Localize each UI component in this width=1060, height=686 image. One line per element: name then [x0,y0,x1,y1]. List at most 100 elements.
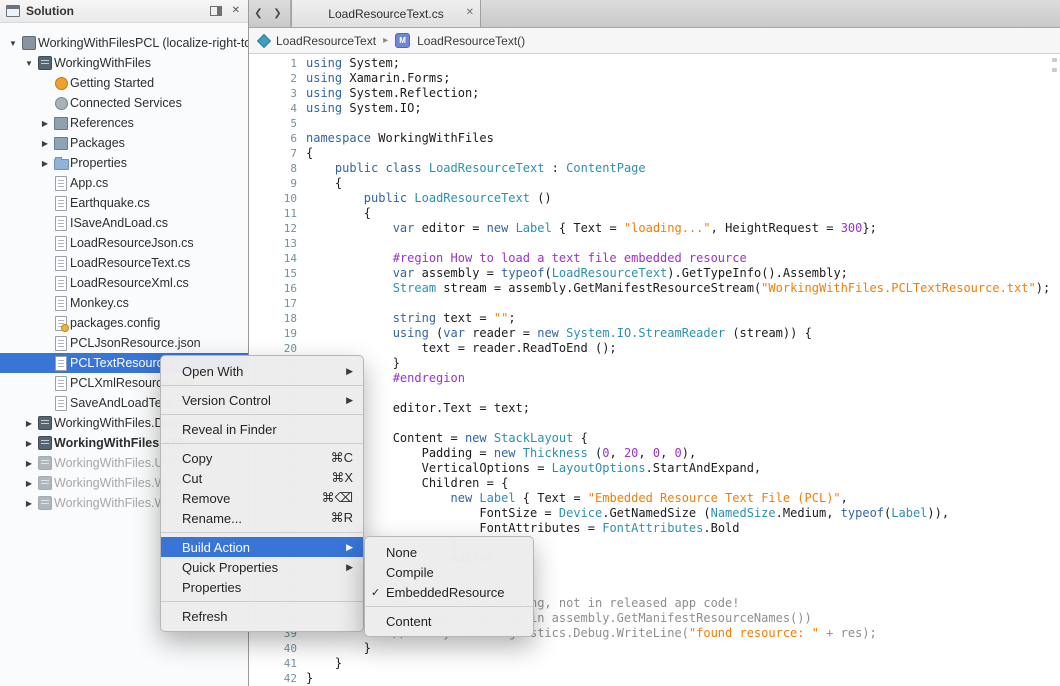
line-number[interactable]: 1 [249,56,306,71]
expand-expander-icon[interactable]: ▶ [22,439,36,448]
code-line-25[interactable]: 25 [249,416,1060,431]
menu-item-none[interactable]: None [365,542,533,562]
code-line-18[interactable]: 18 string text = ""; [249,311,1060,326]
line-number[interactable]: 15 [249,266,306,281]
code-line-11[interactable]: 11 { [249,206,1060,221]
expand-expander-icon[interactable]: ▶ [22,459,36,468]
expand-expander-icon[interactable]: ▶ [38,159,52,168]
line-number[interactable]: 42 [249,671,306,686]
tree-item-workingwithfilespcl-localize-right-to-lef[interactable]: ▼ WorkingWithFilesPCL (localize-right-to-… [0,33,248,53]
line-number[interactable]: 4 [249,101,306,116]
code-line-12[interactable]: 12 var editor = new Label { Text = "load… [249,221,1060,236]
line-number[interactable]: 6 [249,131,306,146]
tree-item-packages[interactable]: ▶ Packages [0,133,248,153]
code-line-41[interactable]: 41 } [249,656,1060,671]
code-line-9[interactable]: 9 { [249,176,1060,191]
tree-item-properties[interactable]: ▶ Properties [0,153,248,173]
line-number[interactable]: 41 [249,656,306,671]
expand-expander-icon[interactable]: ▶ [22,419,36,428]
close-panel-icon[interactable]: ✕ [232,6,240,16]
tab-loadresourcetext[interactable]: LoadResourceText.cs ✕ [291,0,481,27]
code-line-7[interactable]: 7{ [249,146,1060,161]
code-line-16[interactable]: 16 Stream stream = assembly.GetManifestR… [249,281,1060,296]
code-line-4[interactable]: 4 using System.IO; [249,101,1060,116]
expand-expander-icon[interactable]: ▶ [22,479,36,488]
code-line-5[interactable]: 5 [249,116,1060,131]
tree-item-getting-started[interactable]: Getting Started [0,73,248,93]
line-number[interactable]: 19 [249,326,306,341]
line-number[interactable]: 10 [249,191,306,206]
code-line-24[interactable]: 24 editor.Text = text; [249,401,1060,416]
menu-item-cut[interactable]: Cut ⌘X [161,468,363,488]
code-line-19[interactable]: 19 using (var reader = new System.IO.Str… [249,326,1060,341]
menu-item-embeddedresource[interactable]: ✓ EmbeddedResource [365,582,533,602]
menu-item-rename[interactable]: Rename... ⌘R [161,508,363,528]
line-number[interactable]: 18 [249,311,306,326]
menu-item-properties[interactable]: Properties [161,577,363,597]
dock-panel-icon[interactable] [209,6,222,16]
code-line-29[interactable]: 29 Children = { [249,476,1060,491]
line-number[interactable]: 16 [249,281,306,296]
code-line-6[interactable]: 6 namespace WorkingWithFiles [249,131,1060,146]
tree-item-workingwithfiles[interactable]: ▼ WorkingWithFiles [0,53,248,73]
tree-item-loadresourcetext-cs[interactable]: LoadResourceText.cs [0,253,248,273]
code-line-31[interactable]: 31 FontSize = Device.GetNamedSize (Named… [249,506,1060,521]
menu-item-content[interactable]: Content [365,611,533,631]
menu-item-quick-properties[interactable]: Quick Properties ▶ [161,557,363,577]
tree-item-app-cs[interactable]: App.cs [0,173,248,193]
expand-expander-icon[interactable]: ▶ [22,499,36,508]
tree-item-pcljsonresource-json[interactable]: PCLJsonResource.json [0,333,248,353]
code-line-20[interactable]: 20 text = reader.ReadToEnd (); [249,341,1060,356]
tree-item-connected-services[interactable]: Connected Services [0,93,248,113]
tree-item-isaveandload-cs[interactable]: ISaveAndLoad.cs [0,213,248,233]
code-line-17[interactable]: 17 [249,296,1060,311]
expand-expander-icon[interactable]: ▶ [38,119,52,128]
menu-item-reveal-in-finder[interactable]: Reveal in Finder [161,419,363,439]
line-number[interactable]: 8 [249,161,306,176]
code-line-30[interactable]: 30 new Label { Text = "Embedded Resource… [249,491,1060,506]
code-line-13[interactable]: 13 [249,236,1060,251]
menu-item-open-with[interactable]: Open With ▶ [161,361,363,381]
code-line-14[interactable]: 14 #region How to load a text file embed… [249,251,1060,266]
code-line-1[interactable]: 1 using System; [249,56,1060,71]
code-line-40[interactable]: 40 } [249,641,1060,656]
line-number[interactable]: 12 [249,221,306,236]
code-line-2[interactable]: 2 using Xamarin.Forms; [249,71,1060,86]
breadcrumb-method[interactable]: LoadResourceText() [417,34,525,48]
menu-item-version-control[interactable]: Version Control ▶ [161,390,363,410]
editor-scroll-strip[interactable] [1052,58,1058,686]
menu-item-remove[interactable]: Remove ⌘⌫ [161,488,363,508]
line-number[interactable]: 13 [249,236,306,251]
code-line-28[interactable]: 28 VerticalOptions = LayoutOptions.Start… [249,461,1060,476]
line-number[interactable]: 5 [249,116,306,131]
code-line-10[interactable]: 10 public LoadResourceText () [249,191,1060,206]
code-line-22[interactable]: 22 #endregion [249,371,1060,386]
collapse-expander-icon[interactable]: ▼ [6,39,20,48]
code-line-15[interactable]: 15 var assembly = typeof(LoadResourceTex… [249,266,1060,281]
code-line-3[interactable]: 3 using System.Reflection; [249,86,1060,101]
line-number[interactable]: 7 [249,146,306,161]
code-line-23[interactable]: 23 [249,386,1060,401]
line-number[interactable]: 17 [249,296,306,311]
tree-item-earthquake-cs[interactable]: Earthquake.cs [0,193,248,213]
tree-item-packages-config[interactable]: packages.config [0,313,248,333]
menu-item-copy[interactable]: Copy ⌘C [161,448,363,468]
tree-item-references[interactable]: ▶ References [0,113,248,133]
code-line-27[interactable]: 27 Padding = new Thickness (0, 20, 0, 0)… [249,446,1060,461]
line-number[interactable]: 3 [249,86,306,101]
line-number[interactable]: 40 [249,641,306,656]
line-number[interactable]: 20 [249,341,306,356]
menu-item-refresh[interactable]: Refresh [161,606,363,626]
line-number[interactable]: 9 [249,176,306,191]
tree-item-loadresourcejson-cs[interactable]: LoadResourceJson.cs [0,233,248,253]
menu-item-compile[interactable]: Compile [365,562,533,582]
line-number[interactable]: 2 [249,71,306,86]
tab-close-icon[interactable]: ✕ [466,7,474,19]
line-number[interactable]: 14 [249,251,306,266]
tree-item-loadresourcexml-cs[interactable]: LoadResourceXml.cs [0,273,248,293]
code-line-26[interactable]: 26 Content = new StackLayout { [249,431,1060,446]
breadcrumb-class[interactable]: LoadResourceText [276,34,376,48]
code-line-8[interactable]: 8 public class LoadResourceText : Conten… [249,161,1060,176]
navigate-forward-icon[interactable]: ❯ [268,8,287,19]
code-line-32[interactable]: 32 FontAttributes = FontAttributes.Bold [249,521,1060,536]
